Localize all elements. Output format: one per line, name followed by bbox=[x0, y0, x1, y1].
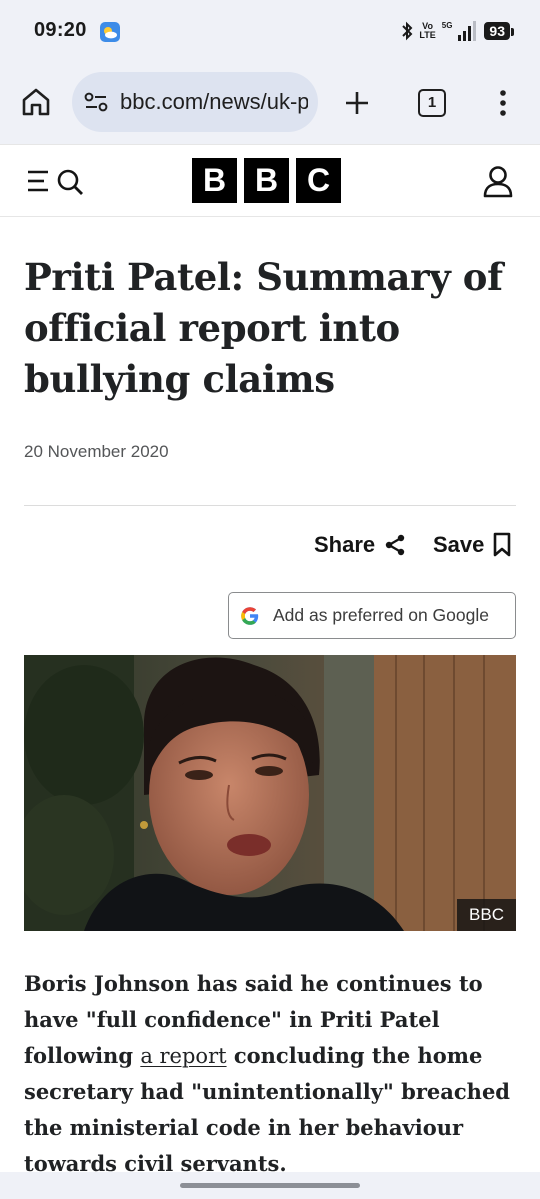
home-button[interactable] bbox=[20, 86, 52, 118]
status-icons: Vo LTE 5G 93 bbox=[401, 19, 514, 43]
bbc-logo[interactable]: B B C bbox=[192, 158, 341, 203]
tab-switcher-button[interactable]: 1 bbox=[418, 89, 446, 117]
divider bbox=[24, 505, 516, 506]
status-bar: 09:20 Vo LTE 5G 93 bbox=[0, 0, 540, 62]
bluetooth-icon bbox=[401, 21, 413, 41]
account-button[interactable] bbox=[482, 165, 514, 199]
battery-indicator: 93 bbox=[484, 22, 514, 40]
article-date: 20 November 2020 bbox=[24, 442, 169, 461]
volte-bottom: LTE bbox=[419, 30, 436, 40]
browser-toolbar: bbc.com/news/uk-politics-55010580 1 bbox=[0, 62, 540, 144]
5g-indicator: 5G bbox=[441, 20, 453, 30]
report-link[interactable]: a report bbox=[140, 1044, 226, 1068]
article-lead: Boris Johnson has said he continues to h… bbox=[24, 966, 516, 1182]
add-preferred-google-button[interactable]: Add as preferred on Google bbox=[228, 592, 516, 639]
site-header: B B C bbox=[0, 144, 540, 217]
article-photo bbox=[24, 655, 516, 931]
user-icon bbox=[483, 166, 513, 198]
add-preferred-google-label: Add as preferred on Google bbox=[273, 605, 489, 625]
site-settings-icon[interactable] bbox=[84, 91, 108, 113]
bbc-logo-letter: C bbox=[296, 158, 341, 203]
bbc-logo-letter: B bbox=[244, 158, 289, 203]
gesture-handle[interactable] bbox=[180, 1183, 360, 1188]
menu-search-icon bbox=[28, 169, 83, 195]
weather-icon bbox=[100, 22, 120, 42]
share-button[interactable]: Share bbox=[314, 530, 407, 560]
new-tab-button[interactable] bbox=[342, 88, 372, 118]
url-text[interactable]: bbc.com/news/uk-politics-55010580 bbox=[120, 89, 308, 115]
save-label: Save bbox=[433, 532, 485, 557]
save-button[interactable]: Save bbox=[433, 530, 512, 560]
status-time: 09:20 bbox=[34, 19, 87, 41]
menu-search-button[interactable] bbox=[26, 167, 88, 197]
more-vert-icon bbox=[500, 90, 506, 116]
address-bar[interactable]: bbc.com/news/uk-politics-55010580 bbox=[72, 72, 318, 132]
google-g-icon bbox=[241, 606, 259, 625]
home-icon bbox=[22, 88, 50, 116]
bookmark-icon bbox=[494, 532, 511, 557]
bbc-logo-letter: B bbox=[192, 158, 237, 203]
article-headline: Priti Patel: Summary of official report … bbox=[24, 255, 503, 401]
image-caption: BBC bbox=[457, 899, 516, 931]
navigation-gesture-area bbox=[0, 1172, 540, 1199]
article-hero-image: BBC bbox=[24, 655, 516, 931]
share-icon bbox=[385, 534, 405, 556]
signal-icon bbox=[458, 21, 478, 41]
plus-icon bbox=[346, 92, 368, 114]
share-label: Share bbox=[314, 532, 376, 557]
browser-menu-button[interactable] bbox=[496, 88, 510, 118]
volte-indicator: Vo LTE bbox=[419, 22, 435, 40]
